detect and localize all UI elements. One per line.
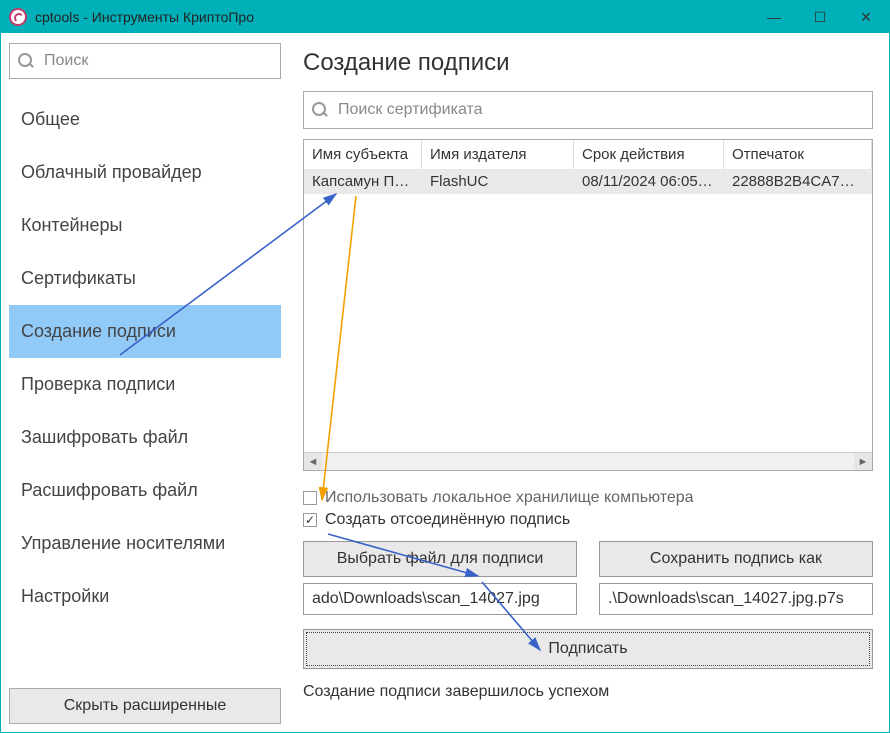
- options-group: Использовать локальное хранилище компьют…: [303, 489, 873, 533]
- search-icon: [312, 102, 328, 118]
- maximize-button[interactable]: ☐: [797, 1, 843, 33]
- nav-settings[interactable]: Настройки: [9, 570, 281, 623]
- sidebar-search[interactable]: [9, 43, 281, 79]
- main-panel: Создание подписи Имя субъекта Имя издате…: [289, 33, 889, 732]
- sign-button[interactable]: Подписать: [303, 629, 873, 669]
- cert-issuer: FlashUC: [422, 169, 574, 194]
- titlebar: cptools - Инструменты КриптоПро ― ☐ ✕: [1, 1, 889, 33]
- nav-manage-media[interactable]: Управление носителями: [9, 517, 281, 570]
- sidebar-nav: Общее Облачный провайдер Контейнеры Серт…: [9, 93, 281, 684]
- nav-certificates[interactable]: Сертификаты: [9, 252, 281, 305]
- choose-file-button[interactable]: Выбрать файл для подписи: [303, 541, 577, 577]
- cert-table-header: Имя субъекта Имя издателя Срок действия …: [304, 140, 872, 169]
- hide-advanced-button[interactable]: Скрыть расширенные: [9, 688, 281, 724]
- col-subject[interactable]: Имя субъекта: [304, 140, 422, 169]
- option-detached[interactable]: Создать отсоединённую подпись: [303, 511, 873, 529]
- checkbox-local-store[interactable]: [303, 491, 317, 505]
- cert-subject: Капсамун Пр…: [304, 169, 422, 194]
- page-title: Создание подписи: [303, 49, 873, 77]
- source-file-path[interactable]: ado\Downloads\scan_14027.jpg: [303, 583, 577, 615]
- close-button[interactable]: ✕: [843, 1, 889, 33]
- nav-decrypt-file[interactable]: Расшифровать файл: [9, 464, 281, 517]
- sidebar-search-input[interactable]: [42, 51, 272, 71]
- checkbox-detached[interactable]: [303, 513, 317, 527]
- col-issuer[interactable]: Имя издателя: [422, 140, 574, 169]
- nav-containers[interactable]: Контейнеры: [9, 199, 281, 252]
- nav-cloud-provider[interactable]: Облачный провайдер: [9, 146, 281, 199]
- cert-validity: 08/11/2024 06:05:…: [574, 169, 724, 194]
- sidebar: Общее Облачный провайдер Контейнеры Серт…: [1, 33, 289, 732]
- option-local-store-label: Использовать локальное хранилище компьют…: [325, 489, 694, 507]
- scroll-right-icon[interactable]: ►: [854, 453, 872, 470]
- app-icon: [9, 8, 27, 26]
- nav-verify-signature[interactable]: Проверка подписи: [9, 358, 281, 411]
- minimize-button[interactable]: ―: [751, 1, 797, 33]
- cert-search-input[interactable]: [336, 100, 864, 120]
- status-text: Создание подписи завершилось успехом: [303, 683, 873, 701]
- cert-search[interactable]: [303, 91, 873, 129]
- col-thumbprint[interactable]: Отпечаток: [724, 140, 872, 169]
- scroll-left-icon[interactable]: ◄: [304, 453, 322, 470]
- col-validity[interactable]: Срок действия: [574, 140, 724, 169]
- nav-encrypt-file[interactable]: Зашифровать файл: [9, 411, 281, 464]
- cert-table-body: Капсамун Пр… FlashUC 08/11/2024 06:05:… …: [304, 169, 872, 452]
- window-title: cptools - Инструменты КриптоПро: [35, 9, 254, 25]
- scroll-track[interactable]: [322, 453, 854, 470]
- cert-table: Имя субъекта Имя издателя Срок действия …: [303, 139, 873, 471]
- cert-table-scrollbar[interactable]: ◄ ►: [304, 452, 872, 470]
- cert-row[interactable]: Капсамун Пр… FlashUC 08/11/2024 06:05:… …: [304, 169, 872, 194]
- search-icon: [18, 53, 34, 69]
- nav-create-signature[interactable]: Создание подписи: [9, 305, 281, 358]
- option-detached-label: Создать отсоединённую подпись: [325, 511, 570, 529]
- save-as-button[interactable]: Сохранить подпись как: [599, 541, 873, 577]
- cert-thumbprint: 22888B2B4CA7A4…: [724, 169, 872, 194]
- option-local-store[interactable]: Использовать локальное хранилище компьют…: [303, 489, 873, 507]
- nav-general[interactable]: Общее: [9, 93, 281, 146]
- output-file-path[interactable]: .\Downloads\scan_14027.jpg.p7s: [599, 583, 873, 615]
